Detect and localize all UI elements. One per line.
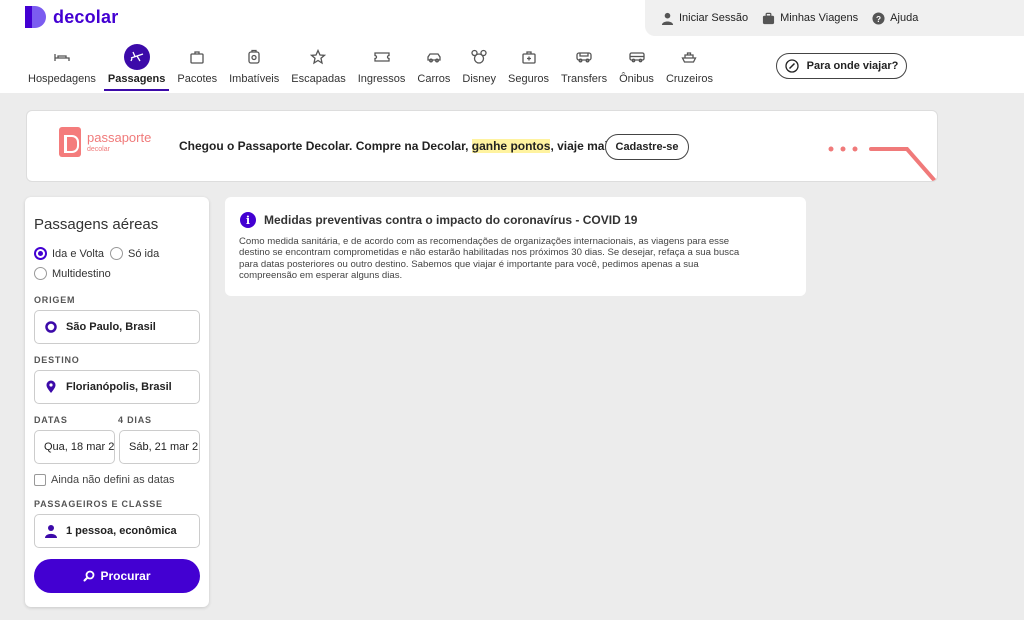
banner-message: Chegou o Passaporte Decolar. Compre na D…	[179, 139, 618, 153]
tab-ingressos[interactable]: Ingressos	[352, 44, 412, 92]
no-dates-checkbox[interactable]	[34, 474, 46, 486]
origin-label: ORIGEM	[34, 295, 76, 305]
ship-icon	[681, 52, 698, 63]
notice-line: para datas posteriores ou outro destino.…	[239, 258, 699, 270]
tab-carros[interactable]: Carros	[411, 44, 456, 92]
notice-line: Como medida sanitária, e de acordo com a…	[239, 236, 730, 247]
origin-value: São Paulo, Brasil	[66, 321, 156, 333]
passengers-class-value: 1 pessoa, econômica	[66, 525, 177, 537]
notice-line: destino se encontram comprometidas e não…	[239, 247, 740, 259]
search-panel-title: Passagens aéreas	[34, 216, 159, 233]
departure-date-value: Qua, 18 mar 2	[44, 441, 115, 453]
decolar-logo[interactable]: decolar	[25, 6, 118, 28]
notice-body: Como medida sanitária, e de acordo com a…	[239, 236, 789, 281]
notice-line: compreensão em esperar alguns dias.	[239, 269, 403, 281]
flight-search-panel: Passagens aéreas Ida e Volta Só ida Mult…	[25, 197, 209, 607]
tab-disney[interactable]: Disney	[456, 44, 502, 92]
car-icon	[427, 53, 441, 63]
signup-button[interactable]: Cadastre-se	[605, 134, 689, 160]
radio-icon	[34, 267, 47, 280]
brand-name: decolar	[53, 6, 119, 27]
my-trips-label: Minhas Viagens	[780, 12, 859, 24]
trip-type-multi-destination[interactable]: Multidestino	[34, 267, 111, 280]
search-button[interactable]: Procurar	[34, 559, 200, 593]
passaporte-logo-name: passaporte	[87, 130, 152, 145]
help-icon: ?	[872, 11, 885, 25]
login-label: Iniciar Sessão	[679, 12, 749, 24]
tab-passagens[interactable]: Passagens	[102, 44, 171, 92]
product-nav: Hospedagens Passagens Pacotes Imbatíveis…	[22, 44, 719, 92]
tag-icon	[248, 49, 260, 64]
return-date-value: Sáb, 21 mar 2	[129, 441, 199, 453]
tab-hospedagens[interactable]: Hospedagens	[22, 44, 102, 92]
return-date-field[interactable]: Sáb, 21 mar 2	[119, 430, 200, 464]
destination-label: DESTINO	[34, 355, 80, 365]
trip-type-one-way[interactable]: Só ida	[110, 247, 159, 260]
origin-circle-icon	[45, 321, 57, 333]
no-dates-label: Ainda não defini as datas	[51, 474, 175, 486]
user-icon	[661, 12, 674, 25]
tab-pacotes[interactable]: Pacotes	[171, 44, 223, 92]
info-icon: i	[240, 212, 256, 228]
help-label: Ajuda	[890, 12, 919, 24]
banner-highlight: ganhe pontos	[471, 139, 551, 153]
bed-icon	[54, 54, 70, 61]
help-link[interactable]: ? Ajuda	[872, 11, 919, 25]
top-links-bar: Iniciar Sessão Minhas Viagens ? Ajuda	[645, 0, 1024, 36]
destination-field[interactable]: Florianópolis, Brasil	[34, 370, 200, 404]
where-to-travel-label: Para onde viajar?	[806, 60, 899, 72]
person-icon	[45, 525, 57, 538]
destination-value: Florianópolis, Brasil	[66, 381, 172, 393]
notice-title: Medidas preventivas contra o impacto do …	[264, 213, 638, 227]
covid-notice: i Medidas preventivas contra o impacto d…	[225, 197, 806, 296]
suitcase-icon	[763, 12, 775, 24]
radio-selected-icon	[34, 247, 47, 260]
trip-type-round-trip[interactable]: Ida e Volta	[34, 247, 104, 260]
tab-transfers[interactable]: Transfers	[555, 44, 613, 92]
passengers-class-field[interactable]: 1 pessoa, econômica	[34, 514, 200, 548]
compass-icon	[784, 59, 799, 73]
dates-label: DATAS	[34, 415, 68, 425]
passport-book-icon	[59, 127, 81, 157]
map-pin-icon	[46, 380, 56, 393]
passaporte-logo-sub: decolar	[87, 146, 110, 153]
site-header: decolar Iniciar Sessão Minhas Viagens ? …	[0, 0, 1024, 93]
passengers-label: PASSAGEIROS E CLASSE	[34, 499, 163, 509]
star-icon	[310, 49, 327, 65]
transfer-icon	[576, 52, 592, 63]
tab-onibus[interactable]: Ônibus	[613, 44, 660, 92]
bus-icon	[628, 52, 645, 63]
tab-imbativeis[interactable]: Imbatíveis	[223, 44, 285, 92]
decolar-logo-icon	[25, 6, 46, 28]
login-link[interactable]: Iniciar Sessão	[661, 12, 748, 25]
search-button-label: Procurar	[100, 569, 151, 583]
svg-text:?: ?	[876, 13, 881, 23]
passaporte-logo: passaporte decolar	[59, 127, 151, 157]
insurance-icon	[521, 51, 536, 64]
plane-icon	[130, 51, 143, 62]
tab-cruzeiros[interactable]: Cruzeiros	[660, 44, 719, 92]
no-dates-checkbox-row[interactable]: Ainda não defini as datas	[34, 474, 175, 486]
search-icon	[83, 570, 95, 582]
ticket-icon	[373, 52, 390, 62]
days-count-label: 4 DIAS	[118, 415, 152, 425]
package-icon	[190, 51, 204, 64]
mickey-icon	[471, 49, 487, 64]
tab-escapadas[interactable]: Escapadas	[285, 44, 351, 92]
tab-seguros[interactable]: Seguros	[502, 44, 555, 92]
passaporte-banner: passaporte decolar Chegou o Passaporte D…	[26, 110, 938, 182]
origin-field[interactable]: São Paulo, Brasil	[34, 310, 200, 344]
where-to-travel-button[interactable]: Para onde viajar?	[776, 53, 907, 79]
radio-icon	[110, 247, 123, 260]
departure-date-field[interactable]: Qua, 18 mar 2	[34, 430, 115, 464]
my-trips-link[interactable]: Minhas Viagens	[762, 12, 858, 25]
decorative-dots-graphic	[828, 146, 937, 181]
